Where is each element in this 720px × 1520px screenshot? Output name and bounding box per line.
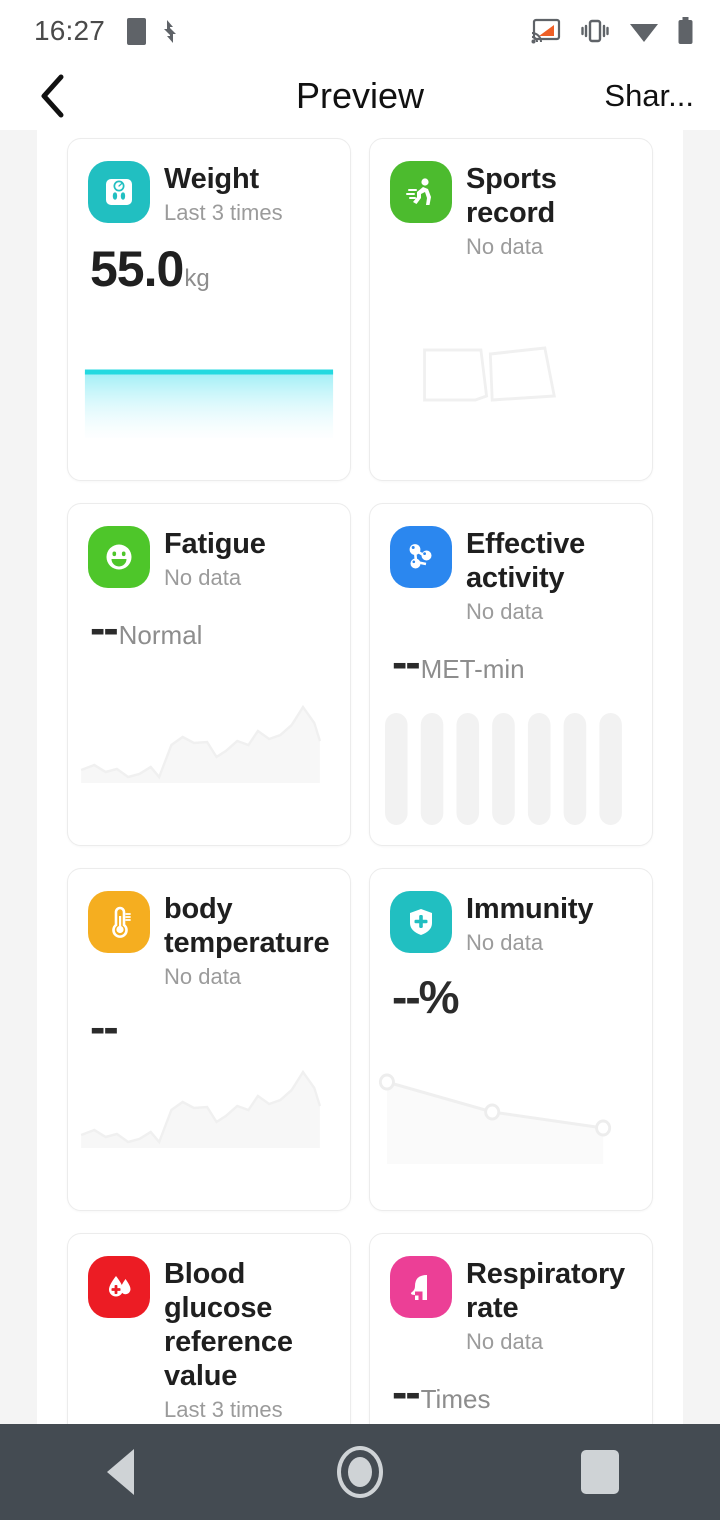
content-page: Weight Last 3 times 55.0 kg Sports recor…	[37, 130, 683, 1424]
card-title: Sports record	[466, 163, 557, 229]
body-temperature-chart	[68, 1060, 350, 1210]
shield-plus-icon	[390, 891, 452, 953]
value-number: --	[392, 971, 421, 1024]
scroll-content[interactable]: Weight Last 3 times 55.0 kg Sports recor…	[0, 130, 720, 1424]
vibrate-icon	[581, 19, 609, 43]
status-right-icons	[531, 17, 694, 45]
app-bar: Preview Shar...	[0, 62, 720, 130]
wifi-icon	[630, 24, 658, 42]
value-unit: MET-min	[420, 654, 525, 685]
card-titles: Immunity No data	[466, 891, 594, 956]
status-time: 16:27	[34, 15, 106, 46]
card-value: --	[68, 990, 350, 1050]
card-titles: Weight Last 3 times	[164, 161, 283, 226]
running-person-icon	[390, 161, 452, 223]
value-number: --	[392, 1366, 421, 1419]
chevron-left-icon	[41, 74, 64, 118]
card-value: 55.0 kg	[68, 226, 350, 298]
card-titles: Effective activity No data	[466, 526, 636, 625]
home-nav-button[interactable]	[300, 1424, 420, 1520]
fatigue-chart	[68, 695, 350, 845]
card-title: Immunity	[466, 893, 594, 925]
card-value: -- MET-min	[370, 625, 652, 685]
sports-placeholder-chart	[370, 330, 652, 480]
metric-card-effective-activity[interactable]: Effective activity No data -- MET-min	[369, 503, 653, 846]
card-subtitle: No data	[164, 963, 242, 989]
card-subtitle: No data	[164, 564, 242, 590]
card-subtitle: No data	[466, 929, 544, 955]
card-header: Blood glucose reference value Last 3 tim…	[68, 1234, 350, 1423]
triangle-back-icon	[106, 1449, 134, 1495]
metric-card-respiratory-rate[interactable]: Respiratory rate No data -- Times	[369, 1233, 653, 1424]
value-number: --	[392, 636, 421, 689]
card-header: Fatigue No data	[68, 504, 350, 591]
value-unit: Normal	[118, 620, 203, 651]
thermometer-icon	[88, 891, 150, 953]
card-header: Respiratory rate No data	[370, 1234, 652, 1355]
phone-screen: 16:27 Preview Shar... Weight Last 3 time…	[0, 0, 720, 1520]
card-subtitle: No data	[466, 233, 544, 259]
metric-card-blood-glucose[interactable]: Blood glucose reference value Last 3 tim…	[67, 1233, 351, 1424]
android-nav-bar	[0, 1424, 720, 1520]
metric-card-sports-record[interactable]: Sports record No data	[369, 138, 653, 481]
molecule-icon	[390, 526, 452, 588]
weight-scale-icon	[88, 161, 150, 223]
card-title: Weight	[164, 163, 259, 195]
value-unit: kg	[184, 265, 210, 293]
card-titles: Blood glucose reference value Last 3 tim…	[164, 1256, 334, 1423]
effective-activity-chart	[370, 695, 652, 845]
card-subtitle: Last 3 times	[164, 199, 283, 225]
card-subtitle: No data	[466, 598, 544, 624]
card-header: body temperature No data	[68, 869, 350, 990]
value-number: 55.0	[90, 241, 184, 298]
sim-card-icon	[127, 17, 147, 45]
battery-icon	[678, 17, 693, 44]
card-subtitle: No data	[466, 1328, 544, 1354]
weight-chart	[68, 330, 350, 480]
status-bar: 16:27	[0, 0, 720, 62]
card-titles: Respiratory rate No data	[466, 1256, 636, 1355]
card-titles: Fatigue No data	[164, 526, 266, 591]
card-title: Respiratory rate	[466, 1258, 625, 1324]
metric-card-immunity[interactable]: Immunity No data -- %	[369, 868, 653, 1211]
card-title: body temperature	[164, 893, 330, 959]
value-number: --	[90, 602, 119, 655]
card-title: Blood glucose reference value	[164, 1258, 293, 1392]
metric-card-weight[interactable]: Weight Last 3 times 55.0 kg	[67, 138, 351, 481]
card-value: -- Times	[370, 1355, 652, 1415]
status-left-icons	[127, 17, 178, 45]
immunity-chart	[370, 1060, 652, 1210]
card-header: Immunity No data	[370, 869, 652, 956]
card-header: Effective activity No data	[370, 504, 652, 625]
home-dot	[348, 1457, 372, 1487]
sync-icon	[164, 19, 177, 43]
value-unit: Times	[420, 1384, 491, 1415]
cast-icon	[531, 18, 561, 44]
circle-home-icon	[337, 1446, 383, 1498]
card-value: -- %	[370, 956, 652, 1024]
back-button[interactable]	[26, 69, 80, 123]
back-nav-button[interactable]	[60, 1424, 180, 1520]
smiley-face-icon	[88, 526, 150, 588]
square-recents-icon	[581, 1450, 619, 1494]
share-button[interactable]: Shar...	[604, 78, 698, 114]
breathing-head-icon	[390, 1256, 452, 1318]
card-title: Fatigue	[164, 528, 266, 560]
metric-card-grid: Weight Last 3 times 55.0 kg Sports recor…	[37, 130, 683, 1424]
value-number: --	[90, 1001, 119, 1054]
card-header: Weight Last 3 times	[68, 139, 350, 226]
card-subtitle: Last 3 times	[164, 1396, 283, 1422]
card-titles: body temperature No data	[164, 891, 334, 990]
card-value: -- Normal	[68, 591, 350, 651]
card-title: Effective activity	[466, 528, 586, 594]
metric-card-fatigue[interactable]: Fatigue No data -- Normal	[67, 503, 351, 846]
recents-nav-button[interactable]	[540, 1424, 660, 1520]
blood-drop-icon	[88, 1256, 150, 1318]
card-titles: Sports record No data	[466, 161, 636, 260]
value-unit: %	[418, 971, 460, 1024]
metric-card-body-temperature[interactable]: body temperature No data --	[67, 868, 351, 1211]
card-header: Sports record No data	[370, 139, 652, 260]
